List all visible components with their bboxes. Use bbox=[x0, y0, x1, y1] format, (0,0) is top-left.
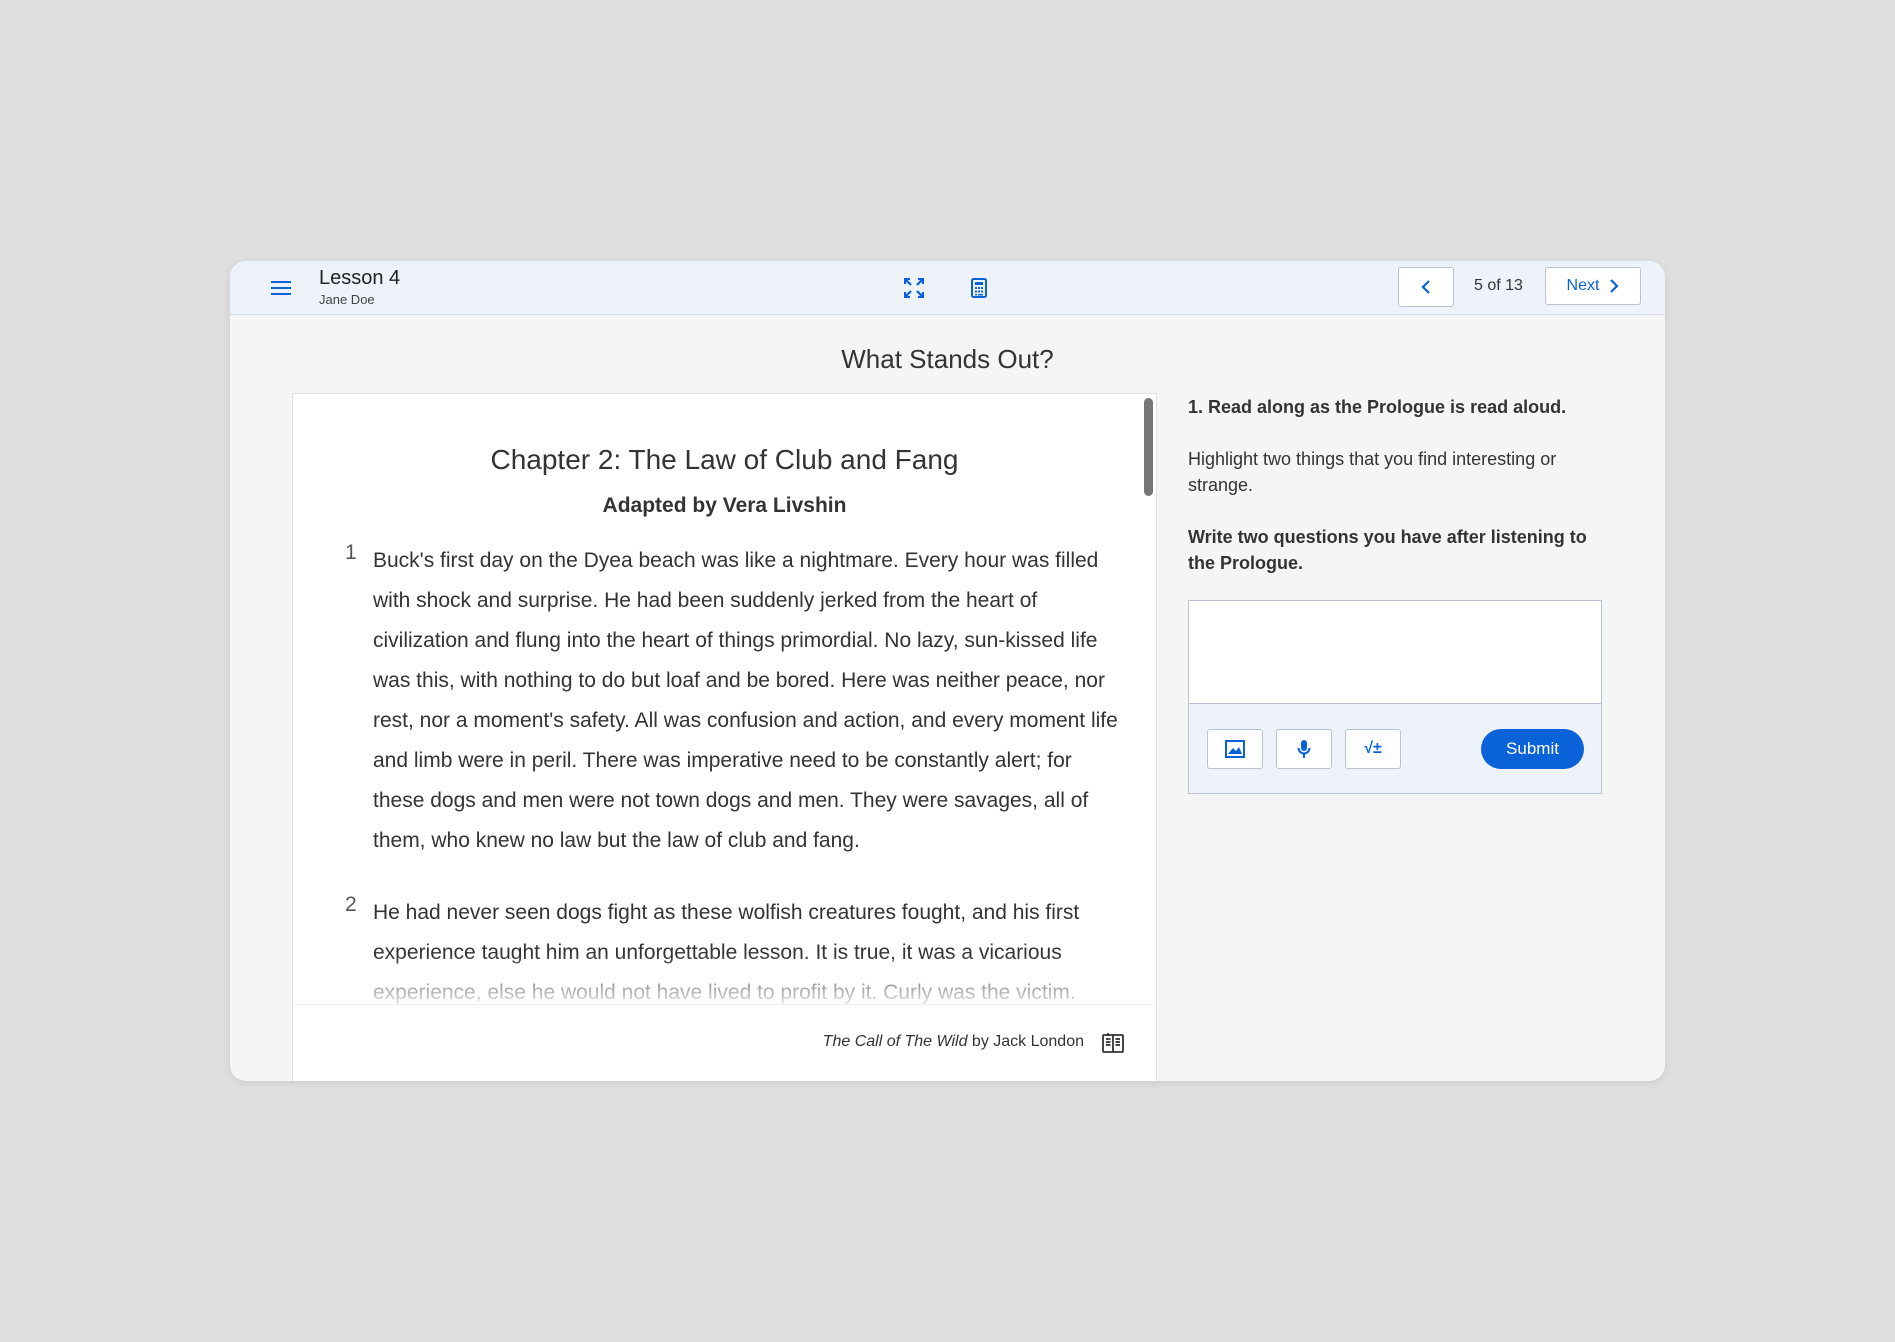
insert-equation-button[interactable]: √± bbox=[1345, 729, 1401, 769]
chevron-left-icon bbox=[1421, 280, 1430, 294]
source-info-button[interactable] bbox=[1101, 1031, 1125, 1055]
answer-input[interactable] bbox=[1189, 601, 1601, 704]
source-author: by Jack London bbox=[967, 1033, 1084, 1050]
page-indicator: 5 of 13 bbox=[1474, 277, 1523, 294]
insert-image-button[interactable] bbox=[1207, 729, 1263, 769]
reading-panel: Chapter 2: The Law of Club and Fang Adap… bbox=[292, 393, 1157, 1081]
next-button[interactable]: Next bbox=[1545, 267, 1641, 305]
question-instruction-3: Write two questions you have after liste… bbox=[1188, 527, 1587, 573]
fullscreen-icon bbox=[904, 278, 924, 298]
source-bar: The Call of The Wild by Jack London bbox=[293, 1004, 1156, 1081]
source-citation: The Call of The Wild by Jack London bbox=[823, 1033, 1084, 1051]
calculator-button[interactable] bbox=[965, 274, 993, 302]
equation-icon: √± bbox=[1364, 740, 1382, 757]
lesson-title: Lesson 4 bbox=[319, 267, 401, 289]
fullscreen-button[interactable] bbox=[900, 274, 928, 302]
chevron-right-icon bbox=[1610, 279, 1620, 293]
text-fade bbox=[293, 954, 1156, 1004]
microphone-icon bbox=[1297, 740, 1311, 758]
menu-button[interactable] bbox=[268, 275, 294, 301]
scrollbar-thumb[interactable] bbox=[1144, 398, 1153, 496]
top-bar: Lesson 4 Jane Doe 5 of 13 Next bbox=[230, 261, 1665, 315]
next-button-label: Next bbox=[1566, 277, 1600, 294]
record-audio-button[interactable] bbox=[1276, 729, 1332, 769]
student-name: Jane Doe bbox=[319, 292, 375, 307]
previous-button[interactable] bbox=[1398, 267, 1454, 307]
chapter-title: Chapter 2: The Law of Club and Fang bbox=[490, 444, 959, 475]
lesson-window: Lesson 4 Jane Doe 5 of 13 Next What Stan… bbox=[230, 261, 1665, 1081]
question-instruction-2: Highlight two things that you find inter… bbox=[1188, 449, 1557, 495]
source-title: The Call of The Wild bbox=[822, 1033, 968, 1050]
reading-scroll-area[interactable]: Chapter 2: The Law of Club and Fang Adap… bbox=[293, 394, 1156, 1004]
calculator-icon bbox=[971, 278, 987, 298]
menu-icon bbox=[271, 281, 291, 295]
paragraph-text[interactable]: Buck's first day on the Dyea beach was l… bbox=[373, 541, 1123, 861]
answer-box: √± Submit bbox=[1188, 600, 1602, 794]
paragraph-number: 1 bbox=[345, 541, 357, 564]
image-icon bbox=[1225, 740, 1245, 758]
paragraph-number: 2 bbox=[345, 893, 357, 916]
submit-button[interactable]: Submit bbox=[1481, 729, 1584, 769]
question-instruction-1: 1. Read along as the Prologue is read al… bbox=[1188, 397, 1567, 417]
chapter-subtitle: Adapted by Vera Livshin bbox=[602, 494, 847, 517]
book-icon bbox=[1102, 1033, 1124, 1053]
page-title: What Stands Out? bbox=[841, 344, 1054, 374]
